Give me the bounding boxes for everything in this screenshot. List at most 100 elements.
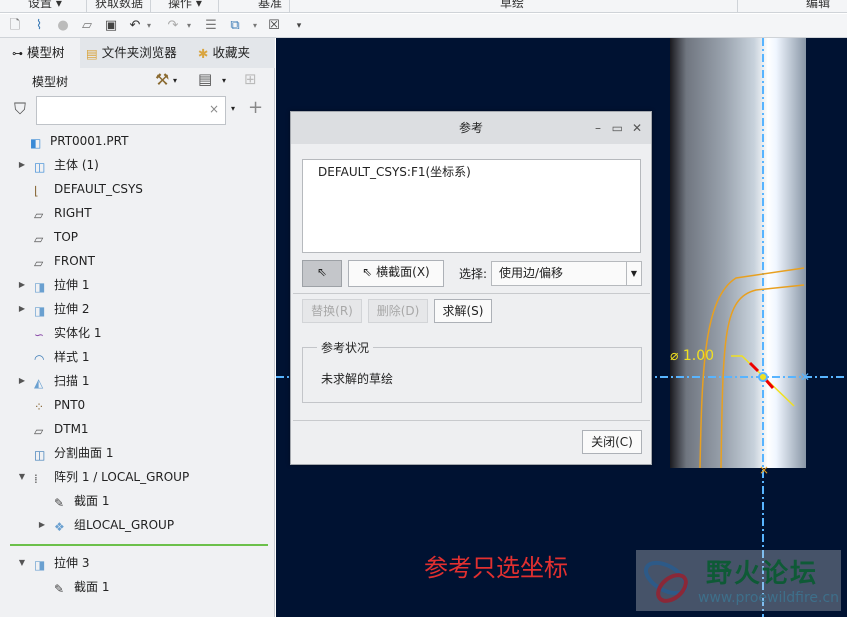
tree-item[interactable]: ▱ FRONT: [20, 250, 95, 272]
expand-arrow-icon[interactable]: ▶: [17, 274, 27, 296]
expand-arrow-icon[interactable]: ▶: [17, 154, 27, 176]
csys-point: [758, 372, 768, 382]
tree-item[interactable]: ◠ 样式 1: [20, 346, 89, 368]
tree-item[interactable]: ⌊ DEFAULT_CSYS: [20, 178, 143, 200]
point-icon: ⁘: [34, 400, 45, 414]
show-dropdown-icon[interactable]: ▾: [222, 76, 226, 85]
menu-get-data[interactable]: 获取数据: [95, 0, 143, 11]
undo-dropdown-icon[interactable]: ▾: [140, 17, 158, 35]
tree-item[interactable]: ▼ ⁞ 阵列 1 / LOCAL_GROUP: [17, 466, 190, 488]
tree-item-label: 阵列 1 / LOCAL_GROUP: [54, 470, 190, 484]
chevron-down-icon: ▼: [626, 262, 641, 285]
delete-button[interactable]: 删除(D): [368, 299, 428, 323]
menu-operations[interactable]: 操作 ▾: [168, 0, 202, 11]
tree-item[interactable]: ▱ DTM1: [20, 418, 89, 440]
tree-item-label: TOP: [54, 230, 79, 244]
tree-item[interactable]: ▶ ❖ 组LOCAL_GROUP: [37, 514, 174, 536]
tree-item[interactable]: ✎ 截面 1: [40, 576, 109, 598]
tree-item-label: 拉伸 3: [54, 556, 90, 570]
show-icon[interactable]: ▤: [198, 70, 212, 88]
plane-icon: ▱: [34, 208, 44, 222]
tab-favorites[interactable]: ✱ 收藏夹: [198, 38, 274, 68]
sketch-view-icon[interactable]: ⌇: [30, 17, 48, 35]
tree-item-label: 截面 1: [74, 494, 110, 508]
watermark-logo-icon: [644, 560, 688, 603]
add-filter-icon[interactable]: +: [248, 97, 263, 118]
reference-item[interactable]: DEFAULT_CSYS:F1(坐标系): [303, 160, 640, 180]
tree-item[interactable]: ⁘ PNT0: [20, 394, 85, 416]
windows-icon[interactable]: ⧉: [226, 17, 244, 35]
tab-folder-browser[interactable]: ▤ 文件夹浏览器: [86, 38, 194, 68]
split-surface-icon: ◫: [34, 448, 46, 462]
tree-item[interactable]: ✎ 截面 1: [40, 490, 109, 512]
open-icon[interactable]: ▱: [78, 17, 96, 35]
close-button[interactable]: 关闭(C): [582, 430, 642, 454]
tree-item-label: 扫描 1: [54, 374, 90, 388]
save-icon[interactable]: ▣: [102, 17, 120, 35]
tools-dropdown-icon[interactable]: ▾: [173, 76, 177, 85]
expand-arrow-icon[interactable]: ▶: [17, 370, 27, 392]
tree-item[interactable]: ▶ ◨ 拉伸 1: [17, 274, 90, 296]
select-dropdown[interactable]: 使用边/偏移 ▼: [491, 261, 642, 286]
replace-button[interactable]: 替换(R): [302, 299, 362, 323]
redo-dropdown-icon[interactable]: ▾: [180, 17, 198, 35]
tree-item[interactable]: ▶ ◨ 拉伸 2: [17, 298, 90, 320]
body-icon: ◫: [34, 160, 46, 174]
plane-icon: ▱: [34, 232, 44, 246]
expand-arrow-icon[interactable]: ▼: [17, 466, 27, 488]
tree-item[interactable]: ▶ ◭ 扫描 1: [17, 370, 90, 392]
expand-arrow-icon[interactable]: ▼: [17, 552, 27, 574]
menu-settings[interactable]: 设置 ▾: [28, 0, 62, 11]
tree-item-label: 截面 1: [74, 580, 110, 594]
plane-icon: ▱: [34, 256, 44, 270]
new-icon[interactable]: 🗋: [6, 17, 24, 35]
dialog-title: 参考: [458, 121, 483, 135]
favorites-icon: ✱: [198, 45, 209, 61]
tree-item[interactable]: ∽ 实体化 1: [20, 322, 101, 344]
sketch-icon: ✎: [54, 582, 65, 596]
quick-access-toolbar: 🗋 ⌇ ● ▱ ▣ ↶ ▾ ↷ ▾ ☰ ⧉ ▾ ☒ ▾: [0, 14, 847, 38]
dialog-titlebar[interactable]: 参考 – ▭ ✕: [291, 112, 651, 144]
expand-arrow-icon[interactable]: ▶: [17, 298, 27, 320]
tree-item[interactable]: ▱ RIGHT: [20, 202, 92, 224]
tree-item[interactable]: ▱ TOP: [20, 226, 78, 248]
extrude-icon: ◨: [34, 304, 46, 318]
tools-icon[interactable]: ⚒: [155, 70, 169, 89]
tree-item-label: 拉伸 1: [54, 278, 90, 292]
watermark: 野火论坛 www.proewildfire.cn: [636, 550, 841, 611]
customize-toolbar-icon[interactable]: ▾: [290, 17, 308, 35]
csys-icon: ⌊: [34, 184, 39, 198]
menu-edit[interactable]: 编辑: [806, 0, 830, 11]
diameter-dimension[interactable]: ⌀ 1.00: [670, 348, 714, 364]
group-icon: ❖: [54, 520, 65, 534]
tree-item[interactable]: ▶ ◫ 主体 (1): [17, 154, 99, 176]
pattern-icon: ⁞: [34, 472, 38, 486]
tree-filter-settings-icon[interactable]: ⊞: [244, 70, 257, 88]
menu-sketch[interactable]: 草绘: [500, 0, 524, 11]
maximize-icon[interactable]: ▭: [612, 112, 623, 144]
tree-header-title: 模型树: [32, 75, 69, 89]
tab-model-tree[interactable]: ⊶ 模型树: [0, 38, 80, 68]
clear-icon[interactable]: ×: [209, 102, 219, 116]
extrude-icon: ◨: [34, 280, 46, 294]
cross-section-button[interactable]: ⇖ 横截面(X): [348, 260, 444, 287]
tree-search-input[interactable]: ×: [36, 96, 226, 125]
tree-item-label: RIGHT: [54, 206, 92, 220]
close-icon[interactable]: ✕: [632, 112, 642, 144]
tree-item[interactable]: ▼ ◨ 拉伸 3: [17, 552, 90, 574]
menu-datum[interactable]: 基准: [258, 0, 282, 11]
expand-arrow-icon[interactable]: ▶: [37, 514, 47, 536]
select-reference-button[interactable]: ⇖: [302, 260, 342, 287]
regen-list-icon[interactable]: ☰: [202, 17, 220, 35]
windows-dropdown-icon[interactable]: ▾: [246, 17, 264, 35]
tree-item[interactable]: ◧ PRT0001.PRT: [16, 130, 128, 152]
sketch-icon: ✎: [54, 496, 65, 510]
close-window-icon[interactable]: ☒: [265, 17, 283, 35]
tree-item[interactable]: ◫ 分割曲面 1: [20, 442, 113, 464]
tree-item-label: 实体化 1: [54, 326, 102, 340]
solve-button[interactable]: 求解(S): [434, 299, 492, 323]
filter-dropdown-icon[interactable]: ▾: [231, 104, 235, 113]
regenerate-icon[interactable]: ●: [54, 17, 72, 35]
minimize-icon[interactable]: –: [595, 112, 601, 144]
references-list[interactable]: DEFAULT_CSYS:F1(坐标系): [302, 159, 641, 253]
